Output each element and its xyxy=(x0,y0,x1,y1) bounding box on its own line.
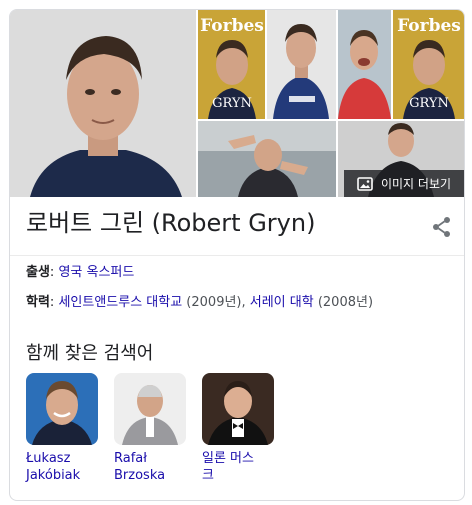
person-name: 일론 머스 크 xyxy=(202,450,282,484)
fact-education: 학력: 세인트앤드루스 대학교 (2009년), 서레이 대학 (2008년) xyxy=(26,294,373,312)
related-person-card[interactable]: Rafał Brzoska xyxy=(114,373,194,484)
fact-born-label: 출생 xyxy=(26,265,50,280)
person-name-line: Rafał xyxy=(114,451,147,466)
fact-born: 출생: 영국 옥스퍼드 xyxy=(26,264,134,282)
people-also-search-title: 함께 찾은 검색어 xyxy=(26,343,154,364)
person-name-line: Jakóbiak xyxy=(26,468,81,483)
person-name-line: 일론 머스 xyxy=(202,451,254,466)
person-name: Rafał Brzoska xyxy=(114,450,194,484)
cover-name-2: GRYN xyxy=(409,96,449,111)
person-name-line: Brzoska xyxy=(114,468,166,483)
divider xyxy=(10,255,464,256)
person-avatar xyxy=(202,373,274,445)
entity-header: 로버트 그린 (Robert Gryn) xyxy=(26,205,456,245)
more-images-label: 이미지 더보기 xyxy=(380,177,452,191)
education-school-link-1[interactable]: 세인트앤드루스 대학교 xyxy=(58,295,182,310)
framing-gesture-image[interactable] xyxy=(198,121,336,197)
main-portrait-image[interactable] xyxy=(10,10,196,197)
forbes-masthead: Forbes xyxy=(200,16,264,36)
person-name-line: 크 xyxy=(202,468,214,483)
portrait-image-2[interactable] xyxy=(267,10,336,119)
person-name: Łukasz Jakóbiak xyxy=(26,450,106,484)
share-icon[interactable] xyxy=(430,215,454,239)
cover-name: GRYN xyxy=(212,96,252,111)
person-name-line: Łukasz xyxy=(26,451,71,466)
person-avatar xyxy=(26,373,98,445)
entity-title: 로버트 그린 (Robert Gryn) xyxy=(26,209,316,237)
image-icon xyxy=(357,176,373,191)
more-images-button[interactable]: 이미지 더보기 xyxy=(344,170,464,197)
knowledge-panel: Forbes GRYN Forbes GRYN 이미지 더보기 로버트 그린 (… xyxy=(9,9,465,501)
related-person-card[interactable]: 일론 머스 크 xyxy=(202,373,282,484)
fact-education-label: 학력 xyxy=(26,295,50,310)
image-gallery: Forbes GRYN Forbes GRYN 이미지 더보기 xyxy=(10,10,464,197)
fact-born-value-link[interactable]: 영국 옥스퍼드 xyxy=(58,265,134,280)
education-year-2: (2008년) xyxy=(313,295,374,310)
education-school-link-2[interactable]: 서레이 대학 xyxy=(250,295,314,310)
education-year-1: (2009년), xyxy=(182,295,250,310)
related-person-card[interactable]: Łukasz Jakóbiak xyxy=(26,373,106,484)
person-avatar xyxy=(114,373,186,445)
forbes-masthead-2: Forbes xyxy=(397,16,461,36)
portrait-image-3[interactable] xyxy=(338,10,391,119)
people-also-search-list: Łukasz Jakóbiak Rafał Brzoska 일론 머스 크 xyxy=(26,373,446,493)
